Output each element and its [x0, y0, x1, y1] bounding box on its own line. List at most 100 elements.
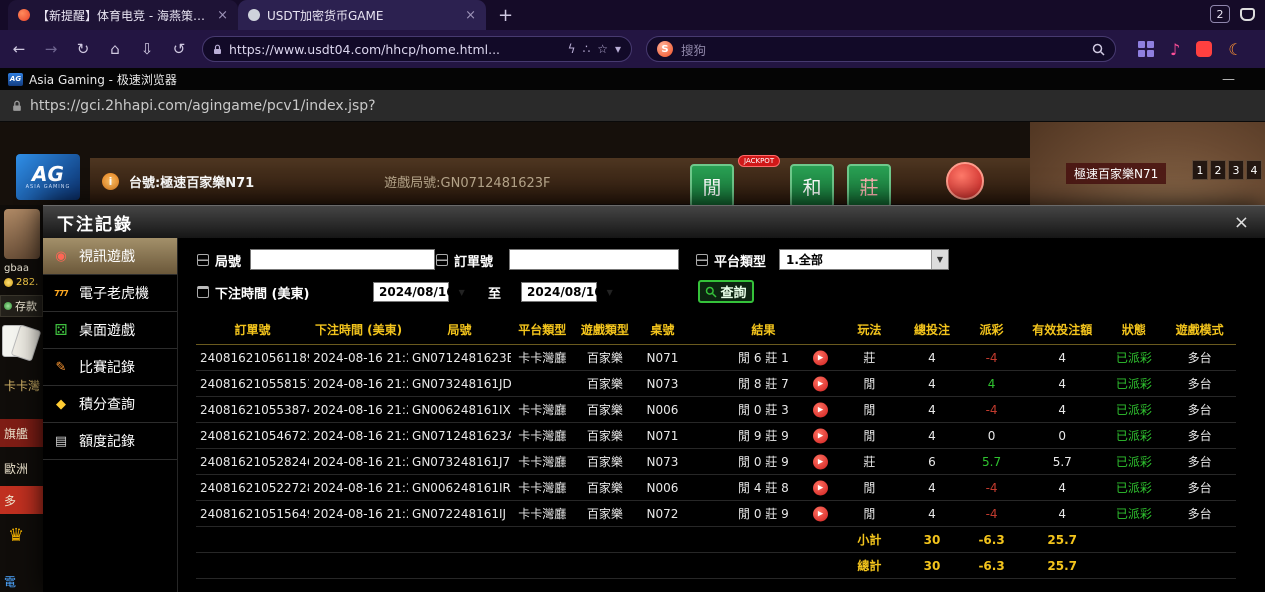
table-tab-3[interactable]: 3 — [1228, 160, 1244, 180]
browser-tab-2[interactable]: USDT加密货币GAME × — [238, 0, 486, 30]
table-tab-2[interactable]: 2 — [1210, 160, 1226, 180]
cell-status: 已派彩 — [1105, 449, 1164, 475]
browser-tab-1[interactable]: 【新提醒】体育电竞 - 海燕策略... × — [8, 0, 238, 30]
app-window-title: Asia Gaming - 极速浏览器 — [29, 71, 1216, 88]
home-icon[interactable]: ⌂ — [106, 40, 124, 58]
search-icon[interactable] — [1092, 43, 1105, 56]
cell-time: 2024-08-16 21:23:26 — [309, 501, 408, 527]
cell-order: 240816210553874 — [196, 397, 309, 423]
cell-payout: -4 — [963, 397, 1020, 423]
replay-icon[interactable]: ▶ — [813, 428, 828, 443]
tab-close-icon[interactable]: × — [465, 8, 476, 23]
hall-item[interactable]: 旗艦 — [0, 419, 43, 447]
close-icon[interactable]: × — [1234, 212, 1249, 233]
music-icon[interactable]: ♪ — [1170, 40, 1180, 59]
platform-select[interactable]: 1.全部 ▼ — [779, 249, 949, 270]
info-icon[interactable]: i — [102, 173, 119, 190]
hall-item[interactable]: 歐洲 — [0, 454, 43, 482]
lobby-left-panel: gbaa 282. 存款 卡卡灣 旗艦 歐洲 多 ♛ 電 — [0, 205, 43, 592]
cell-valid_bet: 4 — [1020, 501, 1105, 527]
cell-result: 閒 0 莊 9▶ — [689, 501, 838, 527]
share-icon[interactable]: ∴ — [583, 42, 591, 56]
history-icon[interactable]: ↺ — [170, 40, 188, 58]
tab-close-icon[interactable]: × — [217, 8, 228, 23]
minimize-icon[interactable]: — — [1222, 72, 1235, 87]
apps-grid-icon[interactable] — [1138, 41, 1154, 57]
app-url-text[interactable]: https://gci.2hhapi.com/agingame/pcv1/ind… — [30, 98, 376, 114]
lock-icon — [12, 100, 22, 112]
address-bar[interactable]: https://www.usdt04.com/hhcp/home.html...… — [202, 36, 632, 62]
bookmark-star-icon[interactable]: ☆ — [597, 42, 608, 56]
order-input[interactable] — [509, 249, 679, 270]
hall-item[interactable]: 多 — [0, 486, 43, 514]
refresh-icon[interactable]: ↻ — [74, 40, 92, 58]
search-placeholder[interactable]: 搜狗 — [681, 40, 1084, 59]
round-input[interactable] — [250, 249, 435, 270]
replay-icon[interactable]: ▶ — [813, 454, 828, 469]
skin-theme-icon[interactable] — [1240, 8, 1255, 21]
live-status-icon — [946, 162, 984, 200]
cell-game: 百家樂 — [574, 475, 637, 501]
cell-total_bet: 4 — [901, 423, 964, 449]
cell-platform — [511, 371, 574, 397]
table-row: 2408162105611892024-08-16 21:28:46GN0712… — [196, 345, 1236, 371]
cell-play: 閒 — [838, 475, 901, 501]
hall-item[interactable]: 卡卡灣 — [0, 371, 43, 399]
cell-table_no: N071 — [636, 345, 689, 371]
table-tab-1[interactable]: 1 — [1192, 160, 1208, 180]
cell-table_no: N073 — [636, 449, 689, 475]
column-header: 桌號 — [636, 316, 689, 345]
deposit-button[interactable]: 存款 — [0, 295, 43, 317]
cell-round: GN072248161IJ — [408, 501, 511, 527]
tab-count-badge[interactable]: 2 — [1210, 5, 1230, 23]
column-header: 遊戲類型 — [574, 316, 637, 345]
cell-play: 閒 — [838, 501, 901, 527]
cell-game: 百家樂 — [574, 423, 637, 449]
cell-status: 已派彩 — [1105, 397, 1164, 423]
chevron-down-icon[interactable]: ▾ — [615, 42, 621, 56]
date-to-picker[interactable]: 2024/08/16 ▼ — [521, 282, 597, 302]
search-bar[interactable]: S 搜狗 — [646, 36, 1116, 62]
back-icon[interactable]: ← — [10, 40, 28, 58]
bet-area-tie[interactable]: 和 — [790, 164, 834, 208]
search-button[interactable]: 查詢 — [698, 280, 754, 303]
table-tab-4[interactable]: 4 — [1246, 160, 1262, 180]
date-from-picker[interactable]: 2024/08/16 ▼ — [373, 282, 449, 302]
new-tab-button[interactable]: + — [498, 5, 513, 26]
sidebar-item-points-query[interactable]: ◆ 積分查詢 — [43, 386, 177, 423]
replay-icon[interactable]: ▶ — [813, 402, 828, 417]
cell-order: 240816210522728 — [196, 475, 309, 501]
cell-total_bet: 4 — [901, 501, 964, 527]
cell-mode: 多台 — [1163, 449, 1236, 475]
app-shortcut-icon[interactable] — [1196, 41, 1212, 57]
replay-icon[interactable]: ▶ — [813, 350, 828, 365]
download-icon[interactable]: ⇩ — [138, 40, 156, 58]
table-name-label: 台號:極速百家樂N71 — [129, 172, 254, 191]
round-filter-label: 局號 — [215, 251, 241, 270]
replay-icon[interactable]: ▶ — [813, 506, 828, 521]
trophy-icon[interactable]: ♛ — [8, 525, 24, 546]
hall-item[interactable]: 電 — [0, 567, 43, 592]
forward-icon[interactable]: → — [42, 40, 60, 58]
lightning-icon[interactable]: ϟ — [568, 42, 576, 56]
deposit-icon — [4, 302, 12, 310]
replay-icon[interactable]: ▶ — [813, 376, 828, 391]
cell-play: 莊 — [838, 345, 901, 371]
modal-header: 下注記錄 × — [43, 206, 1265, 238]
sidebar-item-table-games[interactable]: ⚄ 桌面遊戲 — [43, 312, 177, 349]
sidebar-item-match-records[interactable]: ✎ 比賽記錄 — [43, 349, 177, 386]
replay-icon[interactable]: ▶ — [813, 480, 828, 495]
cell-platform: 卡卡灣廳 — [511, 475, 574, 501]
sidebar-item-slots[interactable]: 777 電子老虎機 — [43, 275, 177, 312]
bet-area-player[interactable]: 閒 — [690, 164, 734, 208]
sidebar-item-credit-records[interactable]: ▤ 額度記錄 — [43, 423, 177, 460]
round-tag-icon — [197, 254, 209, 266]
column-header: 訂單號 — [196, 316, 309, 345]
url-text[interactable]: https://www.usdt04.com/hhcp/home.html... — [229, 42, 561, 57]
bet-area-banker[interactable]: 莊 — [847, 164, 891, 208]
night-mode-icon[interactable]: ☾ — [1228, 40, 1242, 59]
sidebar-item-video-games[interactable]: ◉ 視訊遊戲 — [43, 238, 177, 275]
cell-time: 2024-08-16 21:24:56 — [309, 449, 408, 475]
app-address-bar: https://gci.2hhapi.com/agingame/pcv1/ind… — [0, 90, 1265, 122]
search-icon — [705, 286, 717, 298]
